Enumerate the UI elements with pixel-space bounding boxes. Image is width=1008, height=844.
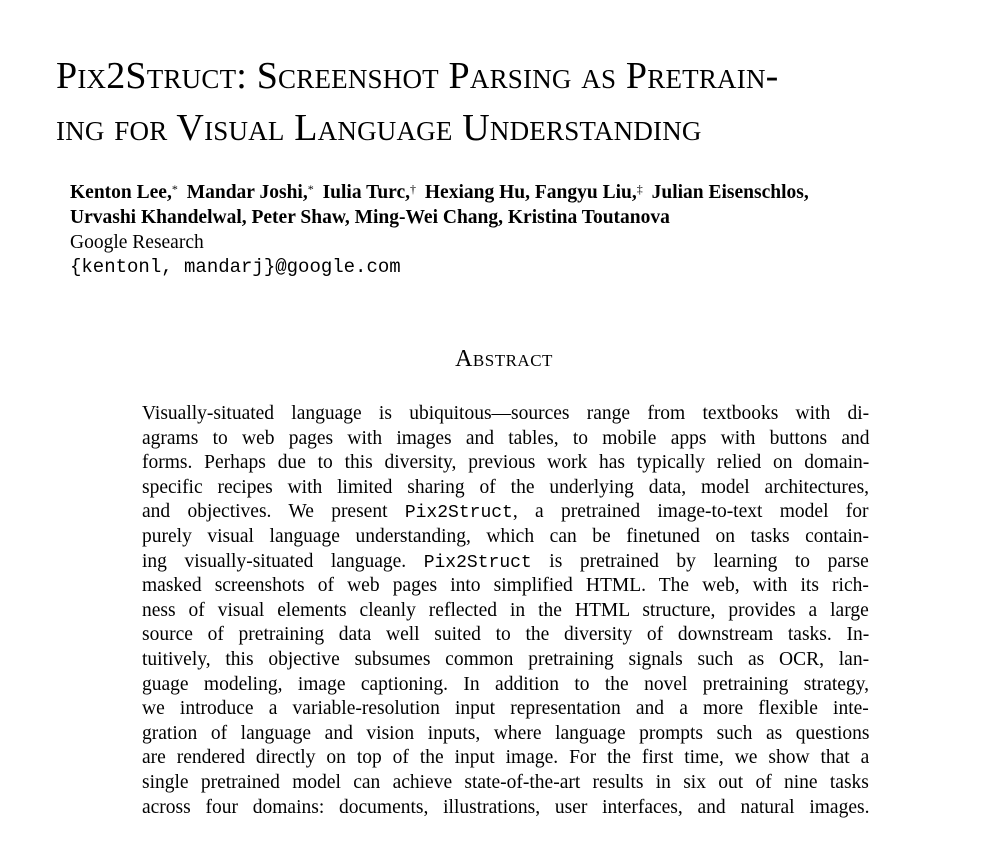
abstract-text: across four domains: documents, illustra… — [142, 796, 870, 818]
abstract-line: source of pretraining data well suited t… — [142, 623, 869, 648]
abstract-line: ing visually-situated language. Pix2Stru… — [142, 550, 869, 575]
abstract-text: Visually-situated language is ubiquitous… — [142, 403, 870, 424]
abstract-line: agrams to web pages with images and tabl… — [142, 427, 869, 452]
author-footnote-mark: * — [307, 182, 314, 196]
paper-title: Pix2Struct: Screenshot Parsing as Pretra… — [56, 50, 976, 154]
abstract-line: Visually-situated language is ubiquitous… — [142, 402, 869, 427]
abstract-text: single pretrained model can achieve stat… — [142, 771, 869, 793]
author-email: {kentonl, mandarj}@google.com — [70, 256, 401, 278]
abstract-line: gration of language and vision inputs, w… — [142, 722, 869, 747]
abstract-text: we introduce a variable-resolution input… — [142, 698, 869, 720]
author-footnote-mark: ‡ — [636, 182, 643, 196]
abstract-text: ing visually-situated language. — [142, 550, 424, 572]
model-name-code: Pix2Struct — [423, 552, 532, 573]
author-name: Iulia Turc, — [322, 182, 411, 203]
abstract-text: and objectives. We present — [142, 501, 405, 523]
abstract-line: guage modeling, image captioning. In add… — [142, 673, 869, 698]
author-footnote-mark: † — [410, 182, 417, 196]
abstract-text: masked screenshots of web pages into sim… — [142, 575, 869, 597]
abstract-text: is pretrained by learning to parse — [531, 550, 869, 572]
abstract-text: purely visual language understanding, wh… — [142, 525, 870, 547]
author-line-2: Urvashi Khandelwal, Peter Shaw, Ming-Wei… — [70, 207, 670, 228]
author-name: Julian Eisenschlos, — [651, 182, 809, 203]
title-line: ing for Visual Language Understanding — [56, 107, 702, 149]
abstract-text: ness of visual elements cleanly reflecte… — [142, 599, 869, 621]
abstract-text: , a pretrained image-to-text model for — [512, 501, 869, 523]
affiliation: Google Research — [70, 232, 204, 253]
author-name: Kenton Lee, — [70, 182, 172, 203]
abstract-heading: Abstract — [455, 346, 553, 372]
abstract-text: gration of language and vision inputs, w… — [142, 722, 870, 744]
abstract-text: are rendered directly on top of the inpu… — [142, 747, 870, 769]
author-footnote-mark: * — [171, 182, 178, 196]
abstract-line: are rendered directly on top of the inpu… — [142, 746, 869, 771]
author-name: Mandar Joshi, — [186, 182, 308, 203]
author-line-1: Kenton Lee,* Mandar Joshi,* Iulia Turc,†… — [70, 180, 950, 205]
abstract-line: across four domains: documents, illustra… — [142, 796, 869, 821]
abstract-line: purely visual language understanding, wh… — [142, 525, 869, 550]
abstract-line: specific recipes with limited sharing of… — [142, 476, 869, 501]
abstract-text: agrams to web pages with images and tabl… — [142, 427, 870, 449]
abstract-text: specific recipes with limited sharing of… — [142, 476, 870, 498]
abstract-line: forms. Perhaps due to this diversity, pr… — [142, 451, 869, 476]
abstract-line: masked screenshots of web pages into sim… — [142, 574, 869, 599]
abstract-line: tuitively, this objective subsumes commo… — [142, 648, 869, 673]
author-name: Hexiang Hu, Fangyu Liu, — [424, 182, 637, 203]
abstract-text: forms. Perhaps due to this diversity, pr… — [142, 452, 870, 474]
author-block: Kenton Lee,* Mandar Joshi,* Iulia Turc,†… — [70, 180, 950, 280]
abstract-line: and objectives. We present Pix2Struct, a… — [142, 500, 869, 525]
abstract-text: guage modeling, image captioning. In add… — [142, 673, 870, 695]
model-name-code: Pix2Struct — [404, 503, 513, 524]
abstract-line: ness of visual elements cleanly reflecte… — [142, 599, 869, 624]
abstract-line: single pretrained model can achieve stat… — [142, 771, 869, 796]
abstract-body: Visually-situated language is ubiquitous… — [142, 402, 869, 820]
abstract-text: source of pretraining data well suited t… — [142, 624, 870, 646]
abstract-text: tuitively, this objective subsumes commo… — [142, 648, 870, 670]
title-line: Pix2Struct: Screenshot Parsing as Pretra… — [56, 55, 779, 97]
abstract-line: we introduce a variable-resolution input… — [142, 697, 869, 722]
paper-page: Pix2Struct: Screenshot Parsing as Pretra… — [0, 0, 1008, 844]
